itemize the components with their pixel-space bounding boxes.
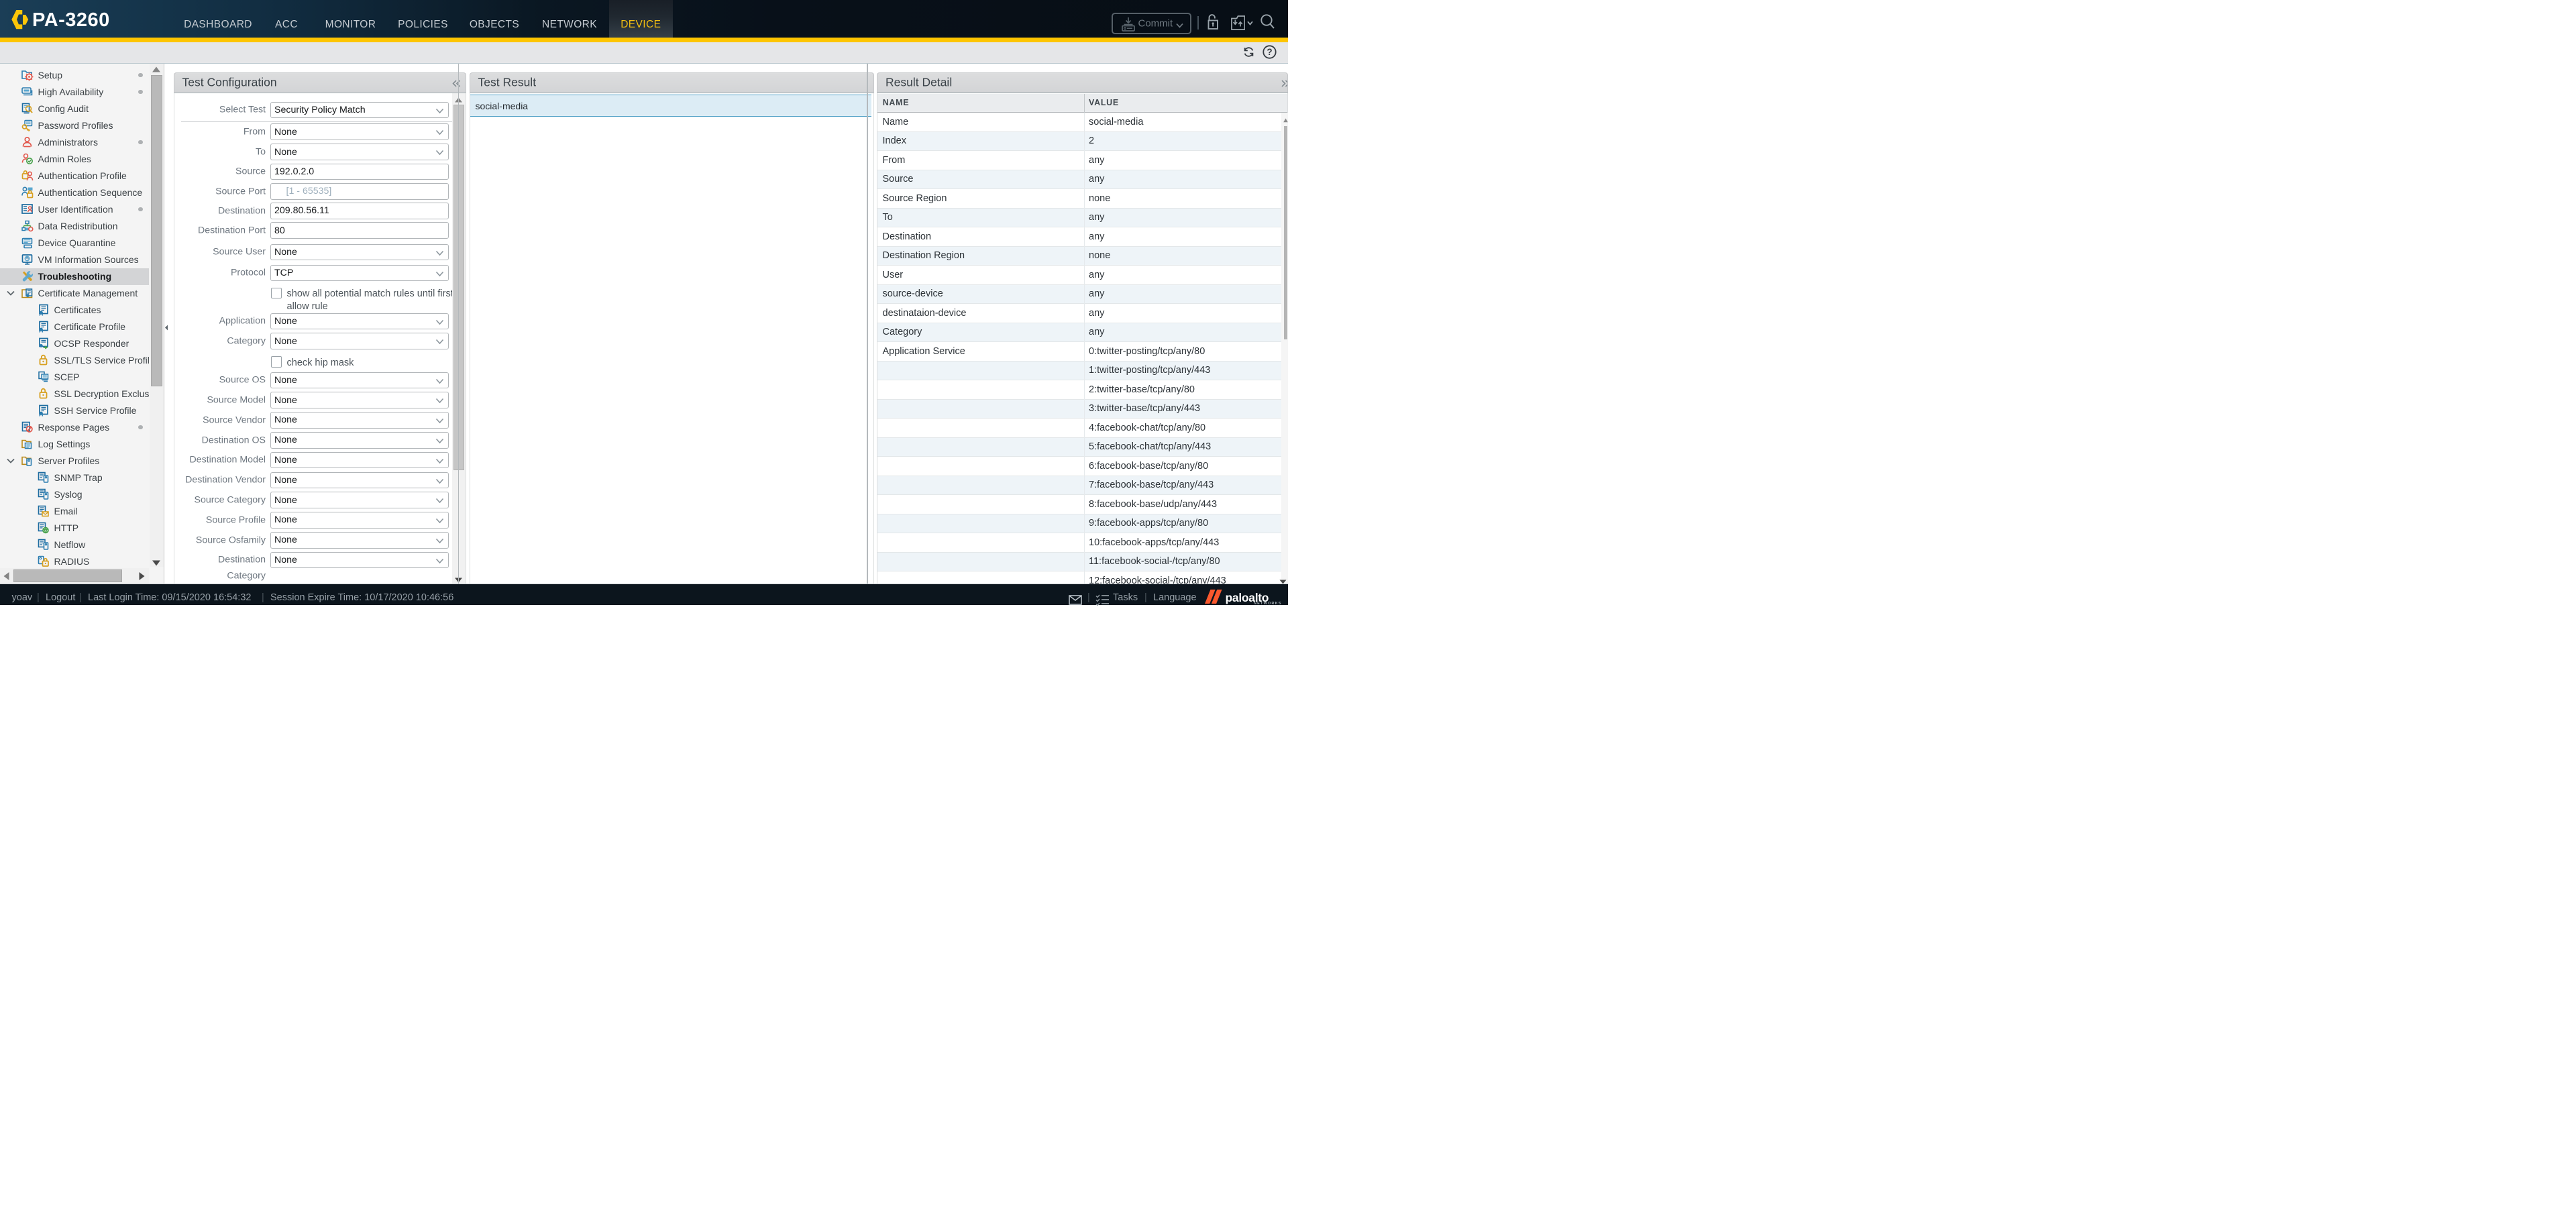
svg-text:?: ? <box>1267 47 1272 57</box>
